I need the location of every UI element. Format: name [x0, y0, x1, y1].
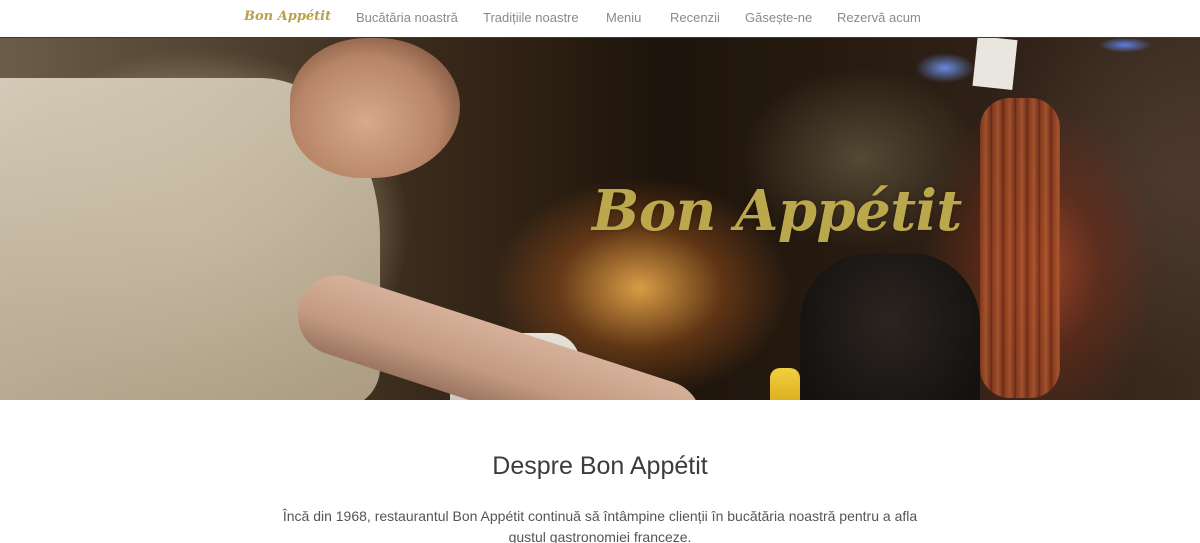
hero-photo-paper-note: [972, 38, 1018, 90]
nav-item-gaseste-ne: Găsește-ne: [745, 9, 812, 27]
hero-photo-chef-head: [290, 38, 460, 178]
hero-photo-blue-light-right: [1100, 38, 1150, 52]
nav-link-recenzii[interactable]: Recenzii: [670, 10, 720, 25]
about-paragraph: Încă din 1968, restaurantul Bon Appétit …: [282, 508, 918, 543]
hero-photo-blue-light: [915, 53, 975, 83]
hero-photo-hanging-peppers: [980, 98, 1060, 398]
hero-photo-bottle: [770, 368, 800, 400]
nav-item-traditiile: Tradițiile noastre: [483, 9, 579, 27]
hero-banner: Bon Appétit: [0, 38, 1200, 400]
hero-title: Bon Appétit: [592, 178, 962, 244]
nav-item-meniu: Meniu: [606, 9, 641, 27]
main-navigation: Bon Appétit Bucătăria noastră Tradițiile…: [0, 0, 1200, 36]
brand-logo-link[interactable]: Bon Appétit: [244, 9, 331, 24]
nav-item-bucataria: Bucătăria noastră: [356, 9, 458, 27]
top-navbar: Bon Appétit Bucătăria noastră Tradițiile…: [0, 0, 1200, 38]
hero-photo-background-person: [800, 253, 980, 400]
nav-item-rezerva: Rezervă acum: [837, 9, 921, 27]
nav-link-traditiile-noastre[interactable]: Tradițiile noastre: [483, 10, 579, 25]
nav-link-bucataria-noastra[interactable]: Bucătăria noastră: [356, 10, 458, 25]
nav-link-rezerva-acum[interactable]: Rezervă acum: [837, 10, 921, 25]
about-heading: Despre Bon Appétit: [492, 452, 708, 480]
nav-item-recenzii: Recenzii: [670, 9, 720, 27]
nav-link-gaseste-ne[interactable]: Găsește-ne: [745, 10, 812, 25]
about-section: Despre Bon Appétit Încă din 1968, restau…: [0, 400, 1200, 543]
nav-link-meniu[interactable]: Meniu: [606, 10, 641, 25]
